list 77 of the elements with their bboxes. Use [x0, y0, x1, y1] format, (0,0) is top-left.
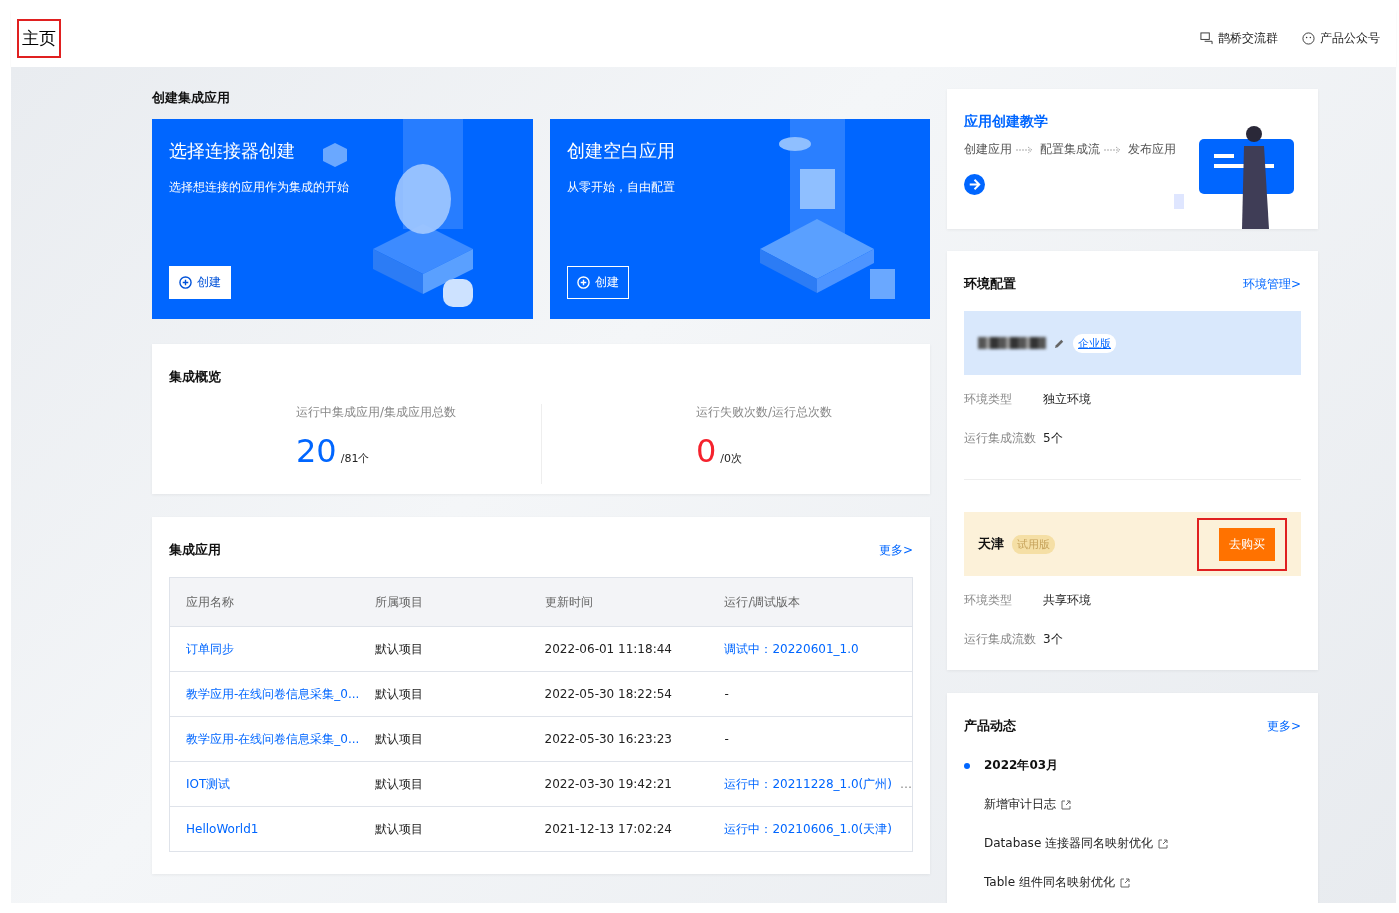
update-link[interactable]: 新增审计日志 — [984, 796, 1056, 813]
field-value: 5个 — [1043, 430, 1063, 447]
header-link[interactable]: 鹊桥交流群 — [1200, 30, 1278, 47]
card-title: 选择连接器创建 — [169, 139, 296, 163]
app-name-link[interactable]: IOT测试 — [169, 761, 360, 807]
column-header: 更新时间 — [528, 577, 709, 627]
app-name-link[interactable]: HelloWorld1 — [169, 806, 360, 852]
tutorial-title: 应用创建教学 — [964, 113, 1049, 131]
external-link-icon — [1119, 877, 1130, 888]
table-cell: 2021-12-13 17:02:24 — [528, 806, 709, 852]
stat-value: 20 — [296, 435, 337, 467]
section-title: 创建集成应用 — [152, 89, 231, 107]
field-value: 共享环境 — [1043, 592, 1091, 609]
column-header: 所属项目 — [359, 577, 529, 627]
field-label: 环境类型 — [964, 592, 1013, 609]
column-header: 运行/调试版本 — [708, 577, 913, 627]
app-name-link[interactable]: 教学应用-在线问卷信息采集_0... — [169, 671, 360, 717]
tier-badge: 试用版 — [1012, 534, 1055, 554]
table-cell: 2022-03-30 19:42:21 — [528, 761, 709, 807]
stat-value: 0 — [696, 435, 717, 467]
chat-icon — [1200, 32, 1213, 45]
column-header: 应用名称 — [169, 577, 360, 627]
environment-name: 天津 — [978, 535, 1004, 553]
card-heading: 产品动态 — [964, 717, 1016, 735]
manage-link[interactable]: 环境管理> — [1242, 275, 1301, 293]
create-button[interactable]: 创建 — [169, 266, 231, 299]
field-value: 3个 — [1043, 631, 1063, 648]
step-label: 发布应用 — [1128, 141, 1176, 158]
month-label: 2022年03月 — [984, 757, 1059, 774]
external-link-icon — [1158, 838, 1169, 849]
field-label: 运行集成流数 — [964, 631, 1037, 648]
table-cell: 默认项目 — [359, 716, 529, 762]
table-cell: 默认项目 — [359, 626, 529, 672]
timeline-dot — [964, 762, 970, 769]
card-heading: 集成概览 — [169, 368, 222, 386]
app-name-link[interactable]: 教学应用-在线问卷信息采集_0... — [169, 716, 360, 762]
table-cell: 2022-06-01 11:18:44 — [528, 626, 709, 672]
plus-circle-icon — [179, 276, 192, 289]
field-label: 环境类型 — [964, 391, 1013, 408]
external-link-icon — [1061, 799, 1071, 810]
stat-label: 运行中集成应用/集成应用总数 — [296, 404, 458, 421]
stat-total: /0次 — [720, 451, 743, 466]
header-link[interactable]: 产品公众号 — [1302, 30, 1380, 47]
plus-circle-icon — [576, 276, 590, 289]
table-cell: - — [708, 671, 913, 717]
more-link[interactable]: 更多> — [1266, 717, 1301, 735]
card-subtitle: 选择想连接的应用作为集成的开始 — [169, 179, 350, 196]
app-name-link[interactable]: 订单同步 — [169, 626, 360, 672]
version-link[interactable]: 运行中：20211228_1.0(广州) … — [708, 761, 913, 807]
card-subtitle: 从零开始，自由配置 — [566, 179, 676, 196]
step-label: 创建应用 — [964, 141, 1012, 158]
arrow-circle-icon[interactable] — [964, 174, 985, 195]
smile-icon — [1302, 32, 1315, 45]
create-button[interactable]: 创建 — [566, 266, 629, 299]
field-value: 独立环境 — [1043, 391, 1091, 408]
table-cell: - — [708, 716, 913, 762]
card-heading: 环境配置 — [964, 275, 1016, 293]
pencil-icon[interactable] — [1054, 337, 1065, 349]
card-heading: 集成应用 — [169, 541, 221, 559]
update-link[interactable]: Table 组件同名映射优化 — [984, 874, 1115, 891]
stat-label: 运行失败次数/运行总次数 — [696, 404, 834, 421]
page-title: 主页 — [19, 21, 59, 56]
version-link[interactable]: 运行中：20210606_1.0(天津) — [708, 806, 913, 852]
tier-badge: 企业版 — [1073, 333, 1116, 353]
table-cell: 默认项目 — [359, 761, 529, 807]
version-link[interactable]: 调试中：20220601_1.0 — [708, 626, 913, 672]
buy-button[interactable]: 去购买 — [1219, 527, 1275, 561]
table-cell: 2022-05-30 16:23:23 — [528, 716, 709, 762]
table-cell: 默认项目 — [359, 671, 529, 717]
stat-total: /81个 — [340, 451, 370, 466]
more-link[interactable]: 更多> — [878, 541, 913, 559]
card-title: 创建空白应用 — [566, 139, 676, 163]
update-link[interactable]: Database 连接器同名映射优化 — [984, 835, 1154, 852]
step-label: 配置集成流 — [1040, 141, 1100, 158]
table-cell: 默认项目 — [359, 806, 529, 852]
table-cell: 2022-05-30 18:22:54 — [528, 671, 709, 717]
field-label: 运行集成流数 — [964, 430, 1037, 447]
